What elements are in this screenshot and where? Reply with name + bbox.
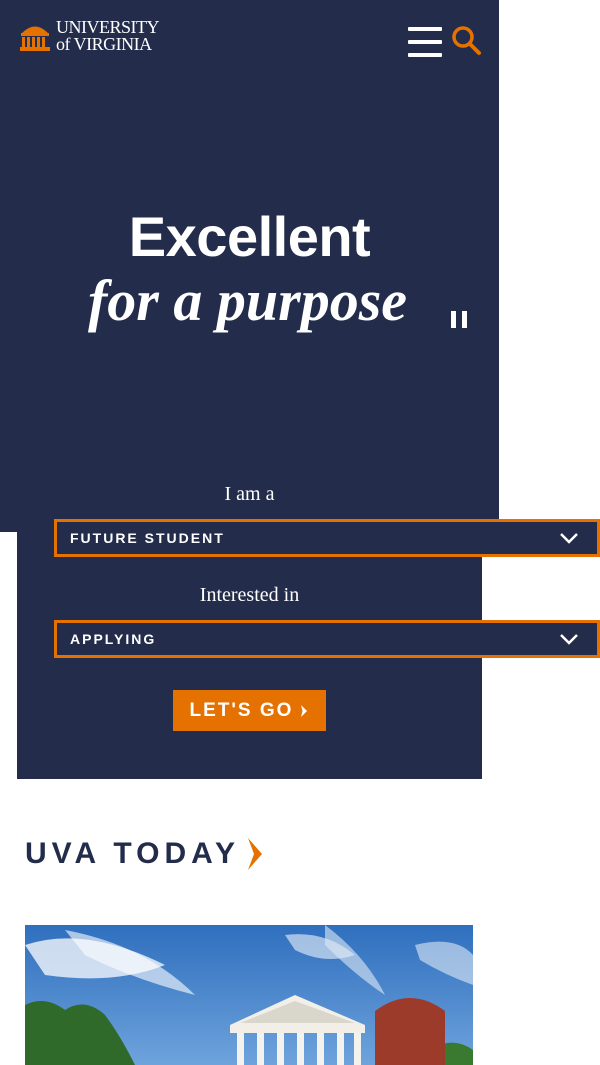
hamburger-menu-icon[interactable] [408,25,442,59]
uva-today-title: UVA TODAY [25,837,241,870]
menu-bar [408,53,442,57]
lets-go-button[interactable]: LET'S GO [173,690,326,731]
uva-today-link[interactable]: UVA TODAY [25,834,264,874]
chevron-down-icon [560,634,578,645]
news-story-image[interactable] [25,925,473,1065]
interest-select[interactable]: APPLYING [54,620,600,658]
role-select-value: FUTURE STUDENT [70,530,225,546]
chevron-right-icon [301,704,308,717]
pause-bar [451,311,456,328]
pause-bar [462,311,467,328]
logo-line-2: of VIRGINIA [56,34,152,54]
logo-wordmark: UNIVERSITY of VIRGINIA [56,18,160,54]
headline-italic: for a purpose [87,268,408,333]
role-select[interactable]: FUTURE STUDENT [54,519,600,557]
lets-go-label: LET'S GO [189,699,294,721]
chevron-right-icon [248,838,263,870]
role-label: I am a [224,483,275,505]
search-icon[interactable] [450,24,482,56]
hero-headline: Excellent for a purpose [0,204,499,332]
rotunda-photo [25,925,473,1065]
uva-logo[interactable]: UNIVERSITY of VIRGINIA [18,14,178,58]
rotunda-logo-icon [20,26,50,51]
chevron-down-icon [560,533,578,544]
interest-select-value: APPLYING [70,631,157,647]
headline-bold: Excellent [128,205,371,268]
audience-selector-panel: I am a FUTURE STUDENT Interested in APPL… [17,430,600,779]
pause-icon[interactable] [451,311,467,328]
menu-bar [408,27,442,31]
interest-label: Interested in [199,584,300,606]
menu-bar [408,40,442,44]
